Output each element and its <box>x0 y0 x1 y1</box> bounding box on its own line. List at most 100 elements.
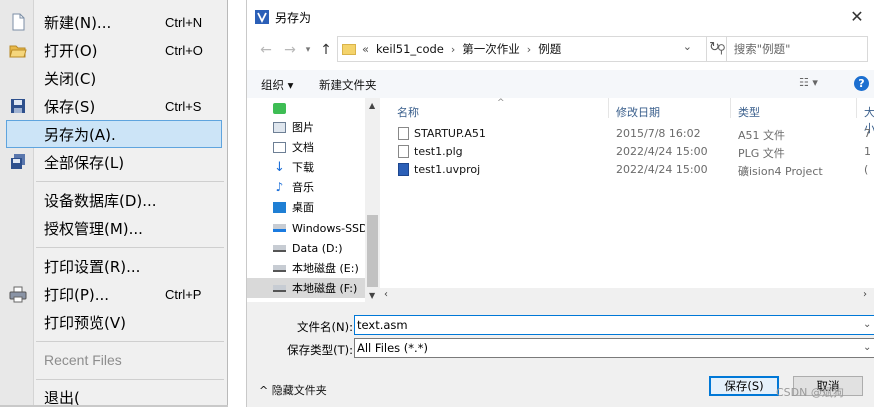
nav-item-local-disk-e[interactable]: 本地磁盘 (E:) <box>273 258 359 278</box>
scroll-down-icon[interactable]: ▼ <box>369 291 375 300</box>
menu-item-label: 授权管理(M)... <box>44 219 143 238</box>
dialog-titlebar[interactable]: 另存为 ✕ <box>247 0 874 32</box>
filetype-select[interactable]: All Files (*.*) <box>354 338 874 358</box>
menu-item-label: 打印预览(V) <box>44 313 126 332</box>
breadcrumb-overflow[interactable]: « <box>362 42 369 56</box>
scroll-right-icon[interactable]: › <box>863 289 867 300</box>
nav-item-label: 本地磁盘 (E:) <box>292 262 359 275</box>
menu-item-label: 打印(P)... <box>44 285 110 304</box>
file-row[interactable]: test1.plg 2022/4/24 15:00 PLG 文件 1 <box>380 143 874 161</box>
menu-item-print[interactable]: 打印(P)... Ctrl+P <box>0 280 226 308</box>
menu-item-close[interactable]: 关闭(C) <box>0 64 226 92</box>
save-button-label: 保存(S) <box>724 379 764 393</box>
menu-item-recent-files: Recent Files <box>0 346 226 374</box>
nav-item-label: 下载 <box>292 161 314 174</box>
search-placeholder: 搜索"例题" <box>733 42 791 56</box>
hide-folders-toggle[interactable]: ^ 隐藏文件夹 <box>259 382 327 398</box>
file-row[interactable]: STARTUP.A51 2015/7/8 16:02 A51 文件 7 <box>380 125 874 143</box>
save-all-icon <box>11 154 25 169</box>
new-folder-button[interactable]: 新建文件夹 <box>319 77 377 93</box>
dialog-toolbar: 组织 ▾ 新建文件夹 ☷ ▾ ? <box>247 70 874 98</box>
menu-item-save-all[interactable]: 全部保存(L) <box>0 148 226 176</box>
new-file-icon <box>12 13 25 31</box>
nav-item-music[interactable]: ♪ 音乐 <box>273 177 314 197</box>
address-dropdown-icon[interactable]: ⌄ <box>683 40 692 53</box>
arrow-left-icon: ← <box>260 42 272 58</box>
column-header-name[interactable]: 名称 <box>397 104 419 120</box>
organize-button[interactable]: 组织 ▾ <box>261 77 293 93</box>
file-size: 7 <box>864 127 871 140</box>
nav-item-downloads[interactable]: ↓ 下载 <box>273 157 314 177</box>
menu-item-save[interactable]: 保存(S) Ctrl+S <box>0 92 226 120</box>
menu-item-open[interactable]: 打开(O) Ctrl+O <box>0 36 226 64</box>
nav-item-local-disk-f[interactable]: 本地磁盘 (F:) <box>247 278 365 298</box>
save-button[interactable]: 保存(S) <box>709 376 779 396</box>
breadcrumb-separator-icon[interactable]: › <box>527 43 531 56</box>
filename-input[interactable]: text.asm <box>354 315 874 335</box>
menu-separator <box>36 379 224 380</box>
drive-icon <box>273 264 286 272</box>
nav-item-label: 桌面 <box>292 201 314 214</box>
scroll-left-icon[interactable]: ‹ <box>384 289 388 300</box>
pictures-icon <box>273 121 286 133</box>
menu-item-device-database[interactable]: 设备数据库(D)... <box>0 186 226 214</box>
address-bar[interactable]: « keil51_code › 第一次作业 › 例题 ⌄ ↻ <box>337 36 727 62</box>
menu-item-shortcut: Ctrl+O <box>165 42 203 58</box>
menu-item-license-management[interactable]: 授权管理(M)... <box>0 214 226 242</box>
file-list: 名称 修改日期 类型 大小 STARTUP.A51 2015/7/8 16:02… <box>380 98 874 302</box>
column-header-date[interactable]: 修改日期 <box>616 104 660 120</box>
drive-icon <box>273 224 286 232</box>
menu-item-print-preview[interactable]: 打印预览(V) <box>0 308 226 336</box>
filetype-value: All Files (*.*) <box>357 341 428 355</box>
nav-item-desktop[interactable]: 桌面 <box>273 197 314 217</box>
file-type: 礦ision4 Project <box>738 165 823 178</box>
file-date: 2022/4/24 15:00 <box>616 145 708 158</box>
file-row[interactable]: test1.uvproj 2022/4/24 15:00 礦ision4 Pro… <box>380 161 874 179</box>
menu-item-save-as[interactable]: 另存为(A). <box>6 120 222 148</box>
navigation-pane-scroll-thumb[interactable] <box>367 215 378 287</box>
nav-item-label: 文档 <box>292 141 314 154</box>
column-divider[interactable] <box>608 98 609 118</box>
column-divider[interactable] <box>856 98 857 118</box>
breadcrumb-separator-icon[interactable]: › <box>451 43 455 56</box>
nav-item-pictures[interactable]: 图片 <box>273 117 314 137</box>
scroll-up-icon[interactable]: ▲ <box>369 101 375 110</box>
menu-item-print-setup[interactable]: 打印设置(R)... <box>0 252 226 280</box>
chevron-down-icon[interactable]: ⌄ <box>863 342 871 353</box>
search-box[interactable]: ⚲ 搜索"例题" <box>706 36 868 62</box>
breadcrumb-item[interactable]: 例题 <box>538 41 561 57</box>
file-list-hscrollbar[interactable] <box>380 288 874 302</box>
nav-item-data-d[interactable]: Data (D:) <box>273 238 343 258</box>
menu-item-exit[interactable]: 退出( <box>0 383 226 407</box>
file-date: 2015/7/8 16:02 <box>616 127 701 140</box>
menu-item-label: 打印设置(R)... <box>44 257 141 276</box>
chevron-down-icon[interactable]: ⌄ <box>863 319 871 330</box>
forward-button[interactable]: → <box>281 40 299 60</box>
filename-label: 文件名(N): <box>297 320 353 334</box>
back-button[interactable]: ← <box>257 40 275 60</box>
column-header-type[interactable]: 类型 <box>738 104 760 120</box>
menu-item-new[interactable]: 新建(N)... Ctrl+N <box>0 8 226 36</box>
menu-separator <box>36 181 224 182</box>
file-name: STARTUP.A51 <box>414 127 486 140</box>
nav-item-documents[interactable]: 文档 <box>273 137 314 157</box>
arrow-right-icon: → <box>284 42 296 58</box>
column-divider[interactable] <box>730 98 731 118</box>
close-button[interactable]: ✕ <box>843 4 871 28</box>
breadcrumb-item[interactable]: keil51_code <box>376 42 444 56</box>
recent-locations-button[interactable]: ▾ <box>299 40 317 60</box>
view-options-icon[interactable]: ☷ ▾ <box>799 76 818 89</box>
menu-item-shortcut: Ctrl+S <box>165 98 202 114</box>
open-folder-icon <box>9 45 27 58</box>
file-name: test1.plg <box>414 145 463 158</box>
help-icon[interactable]: ? <box>854 76 869 91</box>
nav-item-label: Data (D:) <box>292 241 343 255</box>
file-menu: 新建(N)... Ctrl+N 打开(O) Ctrl+O 关闭(C) 保存(S)… <box>0 0 228 407</box>
menu-item-label: 新建(N)... <box>44 13 112 32</box>
download-arrow-icon: ↓ <box>274 159 285 175</box>
up-button[interactable]: ↑ <box>317 40 335 60</box>
breadcrumb-item[interactable]: 第一次作业 <box>462 41 520 57</box>
nav-item-windows-ssd[interactable]: Windows-SSD <box>273 218 368 238</box>
nav-item-quick[interactable] <box>273 98 292 118</box>
file-size: ( <box>864 163 869 176</box>
